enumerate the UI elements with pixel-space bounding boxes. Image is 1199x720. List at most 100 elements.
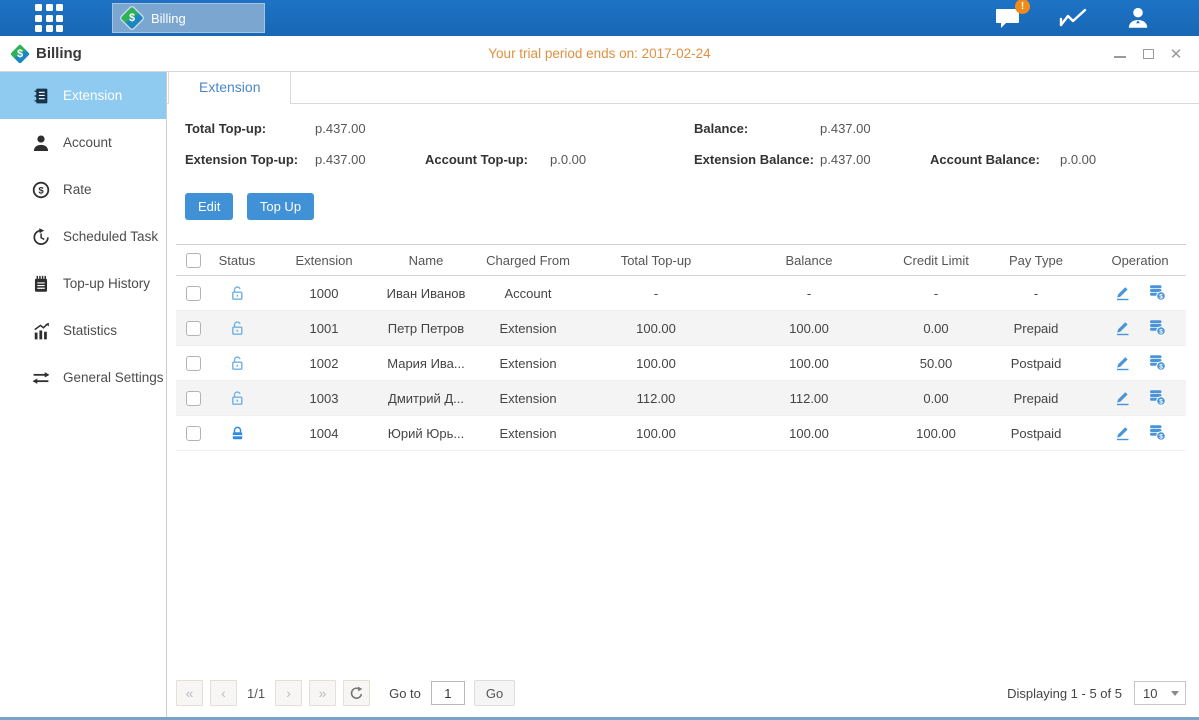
status-lock-icon <box>210 276 264 311</box>
edit-row-icon[interactable] <box>1114 353 1131 374</box>
cell-credit-limit: 0.00 <box>894 381 978 416</box>
row-checkbox[interactable] <box>186 286 201 301</box>
go-button[interactable]: Go <box>474 680 515 706</box>
cell-credit-limit: 100.00 <box>894 416 978 451</box>
table-row: 1003 Дмитрий Д... Extension 112.00 112.0… <box>176 381 1186 416</box>
clock-history-icon <box>32 228 50 246</box>
row-checkbox[interactable] <box>186 426 201 441</box>
user-icon <box>1125 5 1151 31</box>
status-lock-icon <box>210 381 264 416</box>
tab-extension[interactable]: Extension <box>168 72 291 104</box>
col-header-status: Status <box>210 245 264 276</box>
page-size-select[interactable]: 10 <box>1134 681 1186 705</box>
billing-dollar-diamond-icon: $ <box>10 44 30 64</box>
edit-row-icon[interactable] <box>1114 423 1131 444</box>
sidebar-item-statistics[interactable]: Statistics <box>0 307 166 354</box>
pagination-bar: « ‹ 1/1 › » Go to Go Displaying 1 - 5 of… <box>176 680 1186 706</box>
next-page-button[interactable]: › <box>275 680 302 706</box>
row-checkbox[interactable] <box>186 356 201 371</box>
col-header-operation: Operation <box>1094 245 1186 276</box>
col-header-pay-type: Pay Type <box>978 245 1094 276</box>
svg-text:$: $ <box>38 185 44 196</box>
top-up-button[interactable]: Top Up <box>247 193 314 220</box>
cell-charged-from: Account <box>468 276 588 311</box>
sidebar-item-scheduled-task[interactable]: Scheduled Task <box>0 213 166 260</box>
total-topup-label: Total Top-up: <box>185 121 266 136</box>
goto-label: Go to <box>389 686 421 701</box>
account-balance-label: Account Balance: <box>930 152 1040 167</box>
app-title: $ Billing <box>10 44 82 64</box>
sidebar-item-extension[interactable]: Extension <box>0 72 166 119</box>
summary-row-2: Extension Top-up: p.437.00 Account Top-u… <box>185 152 1189 168</box>
prev-page-button[interactable]: ‹ <box>210 680 237 706</box>
sidebar-item-rate[interactable]: $ Rate <box>0 166 166 213</box>
user-account-button[interactable] <box>1125 5 1151 31</box>
top-up-row-icon[interactable]: $ <box>1148 318 1166 339</box>
row-checkbox[interactable] <box>186 321 201 336</box>
col-header-credit-limit: Credit Limit <box>894 245 978 276</box>
sidebar-item-account[interactable]: Account <box>0 119 166 166</box>
notifications-button[interactable]: ! <box>995 6 1021 30</box>
main-content: Extension Total Top-up: p.437.00 Balance… <box>167 72 1199 717</box>
minimize-button[interactable] <box>1111 45 1129 63</box>
edit-row-icon[interactable] <box>1114 283 1131 304</box>
notification-badge: ! <box>1015 0 1030 14</box>
edit-row-icon[interactable] <box>1114 388 1131 409</box>
last-page-button[interactable]: » <box>309 680 336 706</box>
cell-pay-type: Prepaid <box>978 311 1094 346</box>
taskbar-tab-billing[interactable]: $ Billing <box>112 3 265 33</box>
cell-balance: 100.00 <box>724 346 894 381</box>
top-up-row-icon[interactable]: $ <box>1148 423 1166 444</box>
cell-extension: 1002 <box>264 346 384 381</box>
cell-credit-limit: 50.00 <box>894 346 978 381</box>
app-launcher-grid-icon[interactable] <box>35 4 63 32</box>
table-header-row: Status Extension Name Charged From Total… <box>176 245 1186 276</box>
maximize-button[interactable] <box>1139 45 1157 63</box>
total-topup-value: p.437.00 <box>315 121 366 136</box>
window-titlebar: $ Billing Your trial period ends on: 201… <box>0 36 1199 72</box>
first-page-button[interactable]: « <box>176 680 203 706</box>
dollar-circle-icon: $ <box>32 181 50 199</box>
cell-balance: 100.00 <box>724 311 894 346</box>
close-button[interactable]: ✕ <box>1167 45 1185 63</box>
refresh-button[interactable] <box>343 680 370 706</box>
top-up-row-icon[interactable]: $ <box>1148 353 1166 374</box>
cell-total-topup: 100.00 <box>588 416 724 451</box>
sidebar-item-topup-history[interactable]: Top-up History <box>0 260 166 307</box>
sidebar-item-label: Rate <box>63 182 92 197</box>
account-topup-label: Account Top-up: <box>425 152 528 167</box>
cell-balance: 100.00 <box>724 416 894 451</box>
account-balance-value: p.0.00 <box>1060 152 1096 167</box>
sidebar-item-label: Scheduled Task <box>63 229 158 244</box>
extension-topup-label: Extension Top-up: <box>185 152 298 167</box>
cell-extension: 1000 <box>264 276 384 311</box>
sidebar-item-general-settings[interactable]: General Settings <box>0 354 166 401</box>
extension-topup-value: p.437.00 <box>315 152 366 167</box>
cell-pay-type: Postpaid <box>978 346 1094 381</box>
summary-row-1: Total Top-up: p.437.00 Balance: p.437.00 <box>185 121 1189 137</box>
edit-button[interactable]: Edit <box>185 193 233 220</box>
cell-name: Мария Ива... <box>384 346 468 381</box>
person-icon <box>32 134 50 152</box>
select-all-checkbox[interactable] <box>186 253 201 268</box>
row-checkbox[interactable] <box>186 391 201 406</box>
taskbar-tab-label: Billing <box>151 11 186 26</box>
svg-text:$: $ <box>1160 433 1164 440</box>
reports-button[interactable] <box>1059 6 1087 30</box>
top-up-row-icon[interactable]: $ <box>1148 283 1166 304</box>
status-lock-icon <box>210 311 264 346</box>
edit-row-icon[interactable] <box>1114 318 1131 339</box>
cell-extension: 1004 <box>264 416 384 451</box>
chevron-down-icon <box>1171 691 1179 696</box>
page-indicator: 1/1 <box>247 686 265 701</box>
extension-table: Status Extension Name Charged From Total… <box>176 244 1186 451</box>
top-taskbar: $ Billing ! <box>0 0 1199 36</box>
goto-page-input[interactable] <box>431 681 465 705</box>
cell-pay-type: - <box>978 276 1094 311</box>
col-header-name: Name <box>384 245 468 276</box>
cell-charged-from: Extension <box>468 416 588 451</box>
refresh-icon <box>349 686 364 701</box>
account-topup-value: p.0.00 <box>550 152 586 167</box>
billing-dollar-diamond-icon: $ <box>121 7 143 29</box>
top-up-row-icon[interactable]: $ <box>1148 388 1166 409</box>
